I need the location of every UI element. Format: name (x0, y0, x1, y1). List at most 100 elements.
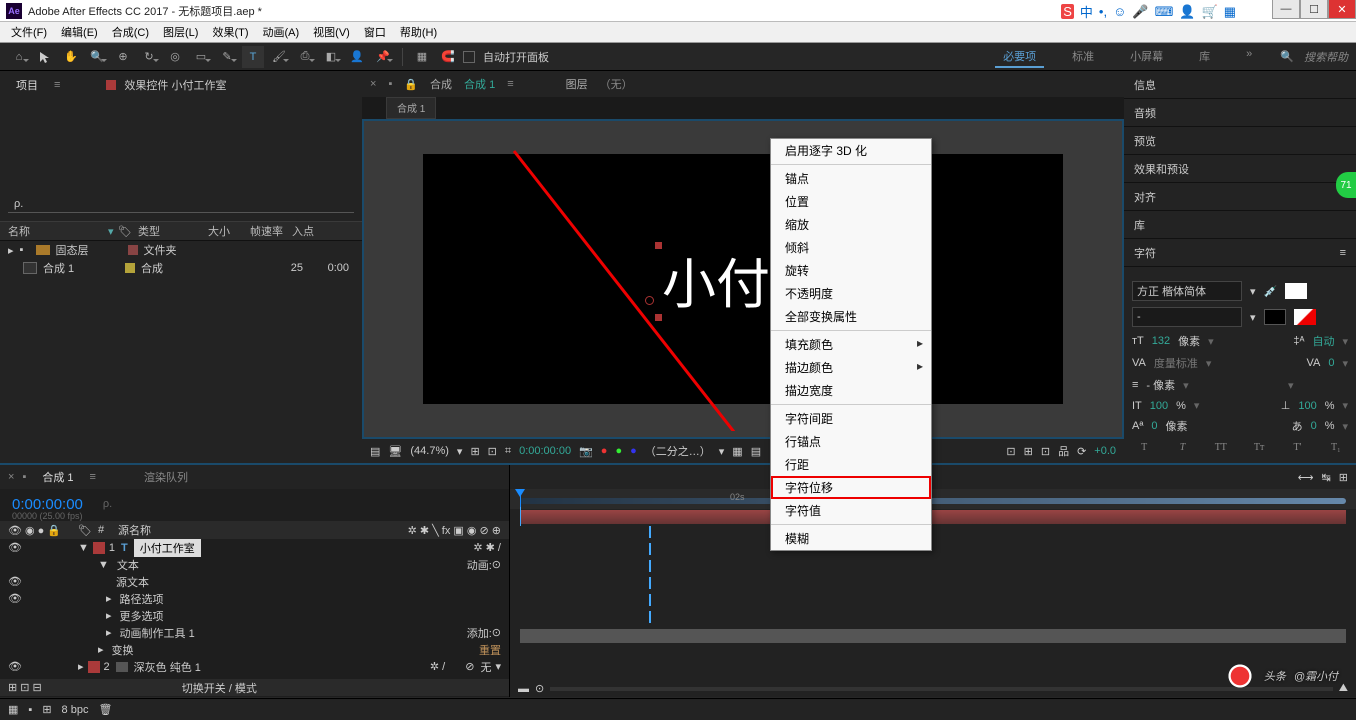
statusbar: ▦▪⊞ 8 bpc🗑 (0, 698, 1356, 720)
menu-layer[interactable]: 图层(L) (156, 24, 205, 40)
menu-file[interactable]: 文件(F) (4, 24, 54, 40)
roto-tool[interactable]: 👤 (346, 46, 368, 68)
menu-item[interactable]: 旋转 (771, 259, 931, 282)
wksp-standard[interactable]: 标准 (1064, 46, 1102, 68)
animator-context-menu[interactable]: 启用逐字 3D 化锚点位置缩放倾斜旋转不透明度全部变换属性填充颜色描边颜色描边宽… (770, 138, 932, 551)
snap-btn[interactable]: 🧲 (437, 46, 459, 68)
viewer-controls[interactable]: ▤🖥 (44.7%)▾ ⊞⊡⌗ 0:00:00:00 📷 ●●● （二分之…）▾… (362, 439, 1124, 463)
menu-window[interactable]: 窗口 (357, 24, 393, 40)
orbit-tool[interactable]: ⊕ (112, 46, 134, 68)
menu-item[interactable]: 模糊 (771, 527, 931, 550)
pen-tool[interactable]: ✎ (216, 46, 238, 68)
character-panel: 方正 楷体简体▾ 💉 -▾ тT132像素▾ ‡ᴬ自动▾ VA度量标准▾ VA0… (1124, 267, 1356, 468)
project-row-folder[interactable]: ▸▪ 固态层 文件夹 (0, 241, 362, 259)
toggle-btn[interactable]: ▦ (411, 46, 433, 68)
brush-tool[interactable]: 🖌 (268, 46, 290, 68)
panel-effects[interactable]: 效果和预设 (1124, 155, 1356, 183)
comp-tab[interactable]: 合成 1 (386, 97, 436, 119)
eyedropper-icon[interactable]: 💉 (1264, 285, 1278, 298)
puppet-tool[interactable]: 📌 (372, 46, 394, 68)
menu-item[interactable]: 字符间距 (771, 407, 931, 430)
auto-open-checkbox[interactable] (463, 51, 475, 63)
layer-row-1[interactable]: 👁 ▼ 1 T 小付工作室 ✲ ✱ / (0, 539, 509, 556)
menu-edit[interactable]: 编辑(E) (54, 24, 105, 40)
nofill-swatch[interactable] (1294, 309, 1316, 325)
timeline-panel: ×▪ 合成 1≡ 渲染队列 0:00:00:00 ρ. 00000 (25.00… (0, 463, 1356, 697)
fill-swatch[interactable] (1285, 283, 1307, 299)
menu-view[interactable]: 视图(V) (306, 24, 357, 40)
ime-toolbar: S 中•, ☺🎤 ⌨👤 🛒▦ (1061, 2, 1236, 21)
menu-comp[interactable]: 合成(C) (105, 24, 156, 40)
menu-help[interactable]: 帮助(H) (393, 24, 444, 40)
stamp-tool[interactable]: ⎙ (294, 46, 316, 68)
wksp-small[interactable]: 小屏幕 (1122, 46, 1171, 68)
project-search[interactable]: ρ. (8, 196, 354, 213)
shape-tool[interactable]: ▭ (190, 46, 212, 68)
menu-effect[interactable]: 效果(T) (205, 24, 255, 40)
layer-row-2[interactable]: 👁 ▸ 2 深灰色 纯色 1 ✲ / ⊘无▾ (0, 658, 509, 675)
workspace-switcher[interactable]: 必要项 标准 小屏幕 库 » (995, 46, 1260, 68)
project-tab[interactable]: 项目 (8, 75, 46, 95)
playhead[interactable] (520, 489, 521, 509)
close-button[interactable]: ✕ (1328, 0, 1356, 19)
stroke-swatch[interactable] (1264, 309, 1286, 325)
auto-open-label: 自动打开面板 (483, 49, 549, 65)
menu-item[interactable]: 倾斜 (771, 236, 931, 259)
text-tool[interactable]: T (242, 46, 264, 68)
app-logo: Ae (6, 3, 22, 19)
wksp-library[interactable]: 库 (1191, 46, 1218, 68)
menu-item[interactable]: 行距 (771, 453, 931, 476)
project-cols: 名称 ▾ 🏷 类型 大小 帧速率 入点 (0, 221, 362, 241)
wksp-essentials[interactable]: 必要项 (995, 46, 1044, 68)
minimize-button[interactable]: — (1272, 0, 1300, 19)
fx-controls-label: 效果控件 小付工作室 (124, 77, 226, 93)
panel-library[interactable]: 库 (1124, 211, 1356, 239)
hand-tool[interactable]: ✋ (60, 46, 82, 68)
font-family[interactable]: 方正 楷体简体 (1132, 281, 1242, 301)
fx-chip (88, 80, 98, 90)
wksp-overflow[interactable]: » (1238, 46, 1260, 68)
zoom-tool[interactable]: 🔍 (86, 46, 108, 68)
font-style[interactable]: - (1132, 307, 1242, 327)
selection-tool[interactable] (34, 46, 56, 68)
project-row-comp[interactable]: 合成 1 合成 25 0:00 (0, 259, 362, 277)
notification-badge[interactable]: 71 (1336, 172, 1356, 198)
panel-preview[interactable]: 预览 (1124, 127, 1356, 155)
rotate-tool[interactable]: ↻ (138, 46, 160, 68)
titlebar: Ae Adobe After Effects CC 2017 - 无标题项目.a… (0, 0, 1356, 22)
menu-item[interactable]: 锚点 (771, 167, 931, 190)
help-search[interactable]: 搜索帮助 (1304, 49, 1348, 65)
watermark: 头条 @霜小付 (1224, 660, 1338, 692)
menu-item[interactable]: 全部变换属性 (771, 305, 931, 328)
panel-character[interactable]: 字符≡ (1124, 239, 1356, 267)
eraser-tool[interactable]: ◧ (320, 46, 342, 68)
timecode[interactable]: 0:00:00:00 (12, 496, 83, 513)
maximize-button[interactable]: ☐ (1300, 0, 1328, 19)
menubar[interactable]: 文件(F) 编辑(E) 合成(C) 图层(L) 效果(T) 动画(A) 视图(V… (0, 22, 1356, 43)
anchor-tool[interactable]: ◎ (164, 46, 186, 68)
menu-item[interactable]: 填充颜色 (771, 333, 931, 356)
menu-item[interactable]: 位置 (771, 190, 931, 213)
menu-item[interactable]: 不透明度 (771, 282, 931, 305)
panel-align[interactable]: 对齐 (1124, 183, 1356, 211)
menu-item[interactable]: 字符值 (771, 499, 931, 522)
menu-item[interactable]: 缩放 (771, 213, 931, 236)
panel-info[interactable]: 信息 (1124, 71, 1356, 99)
menu-anim[interactable]: 动画(A) (256, 24, 307, 40)
menu-item[interactable]: 描边颜色 (771, 356, 931, 379)
project-panel: 项目≡ 效果控件 小付工作室 ρ. 名称 ▾ 🏷 类型 大小 帧速率 入点 ▸▪… (0, 71, 362, 463)
panel-audio[interactable]: 音频 (1124, 99, 1356, 127)
comp-name[interactable]: 合成 1 (464, 76, 495, 92)
menu-item[interactable]: 启用逐字 3D 化 (771, 139, 931, 162)
menu-item[interactable]: 描边宽度 (771, 379, 931, 402)
search-icon: ρ. (14, 198, 23, 210)
toolbar: ⌂ ✋ 🔍 ⊕ ↻ ◎ ▭ ✎ T 🖌 ⎙ ◧ 👤 📌 ▦ 🧲 自动打开面板 必… (0, 43, 1356, 71)
menu-item[interactable]: 字符位移 (771, 476, 931, 499)
folder-icon (36, 245, 50, 255)
menu-item[interactable]: 行锚点 (771, 430, 931, 453)
home-tool[interactable]: ⌂ (8, 46, 30, 68)
right-panels: 信息 音频 预览 效果和预设 对齐 库 字符≡ 方正 楷体简体▾ 💉 -▾ тT… (1124, 71, 1356, 463)
time-ruler[interactable]: 02s 04s (510, 489, 1356, 509)
window-title: Adobe After Effects CC 2017 - 无标题项目.aep … (28, 3, 262, 19)
viewer[interactable]: 小付工 (362, 119, 1124, 439)
